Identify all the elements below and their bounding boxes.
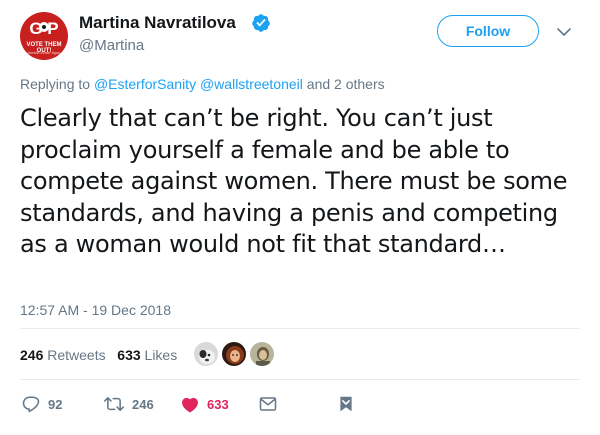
liker-avatar[interactable] [221, 341, 247, 367]
direct-message-button[interactable] [259, 394, 277, 414]
bookmark-icon [340, 396, 352, 412]
reply-mention-2[interactable]: @wallstreetoneil [200, 76, 303, 92]
retweet-button[interactable]: 246 [104, 394, 154, 414]
reply-count: 92 [48, 396, 63, 412]
handle[interactable]: @Martina [79, 37, 144, 54]
like-count: 633 [207, 396, 229, 412]
like-button[interactable]: 633 [181, 394, 229, 414]
likes-label: Likes [144, 347, 178, 363]
heart-icon [182, 397, 198, 412]
timestamp[interactable]: 12:57 AM - 19 Dec 2018 [20, 302, 171, 318]
reply-context: Replying to @EsterforSanity @wallstreeto… [20, 76, 385, 92]
reply-mention-1[interactable]: @EsterforSanity [94, 76, 196, 92]
liker-avatar-person-image [222, 342, 246, 366]
likes-stat[interactable]: 633 Likes [117, 347, 177, 363]
envelope-icon [259, 397, 277, 411]
retweet-icon [104, 397, 124, 411]
avatar-eye-graphic [39, 22, 49, 32]
retweets-count: 246 [20, 347, 44, 363]
reply-suffix[interactable]: and 2 others [303, 76, 385, 92]
liker-avatar-dog-image [194, 342, 218, 366]
tweet-text: Clearly that can’t be right. You can’t j… [20, 104, 568, 258]
likes-count: 633 [117, 347, 141, 363]
verified-badge-icon [252, 14, 270, 32]
engagement-stats: 246 Retweets 633 Likes [20, 347, 177, 363]
tweet-card: G P VOTE THEM OUT! #resist #vote #gop Ma… [0, 0, 600, 435]
follow-button[interactable]: Follow [437, 15, 539, 47]
liker-avatar[interactable] [193, 341, 219, 367]
bookmark-button[interactable] [338, 394, 354, 414]
liker-avatar[interactable] [249, 341, 275, 367]
reply-button[interactable]: 92 [22, 394, 62, 414]
retweet-count: 246 [132, 396, 154, 412]
divider [20, 379, 580, 380]
avatar-subtext: #resist #vote #gop [27, 50, 61, 55]
liker-avatar-portrait-image [250, 342, 274, 366]
reply-icon [22, 396, 40, 413]
retweets-label: Retweets [47, 347, 106, 363]
chevron-down-icon[interactable] [556, 24, 572, 40]
divider [20, 328, 580, 329]
reply-prefix: Replying to [20, 76, 94, 92]
avatar[interactable]: G P VOTE THEM OUT! #resist #vote #gop [20, 12, 68, 60]
display-name[interactable]: Martina Navratilova [79, 13, 236, 33]
retweets-stat[interactable]: 246 Retweets [20, 347, 106, 363]
